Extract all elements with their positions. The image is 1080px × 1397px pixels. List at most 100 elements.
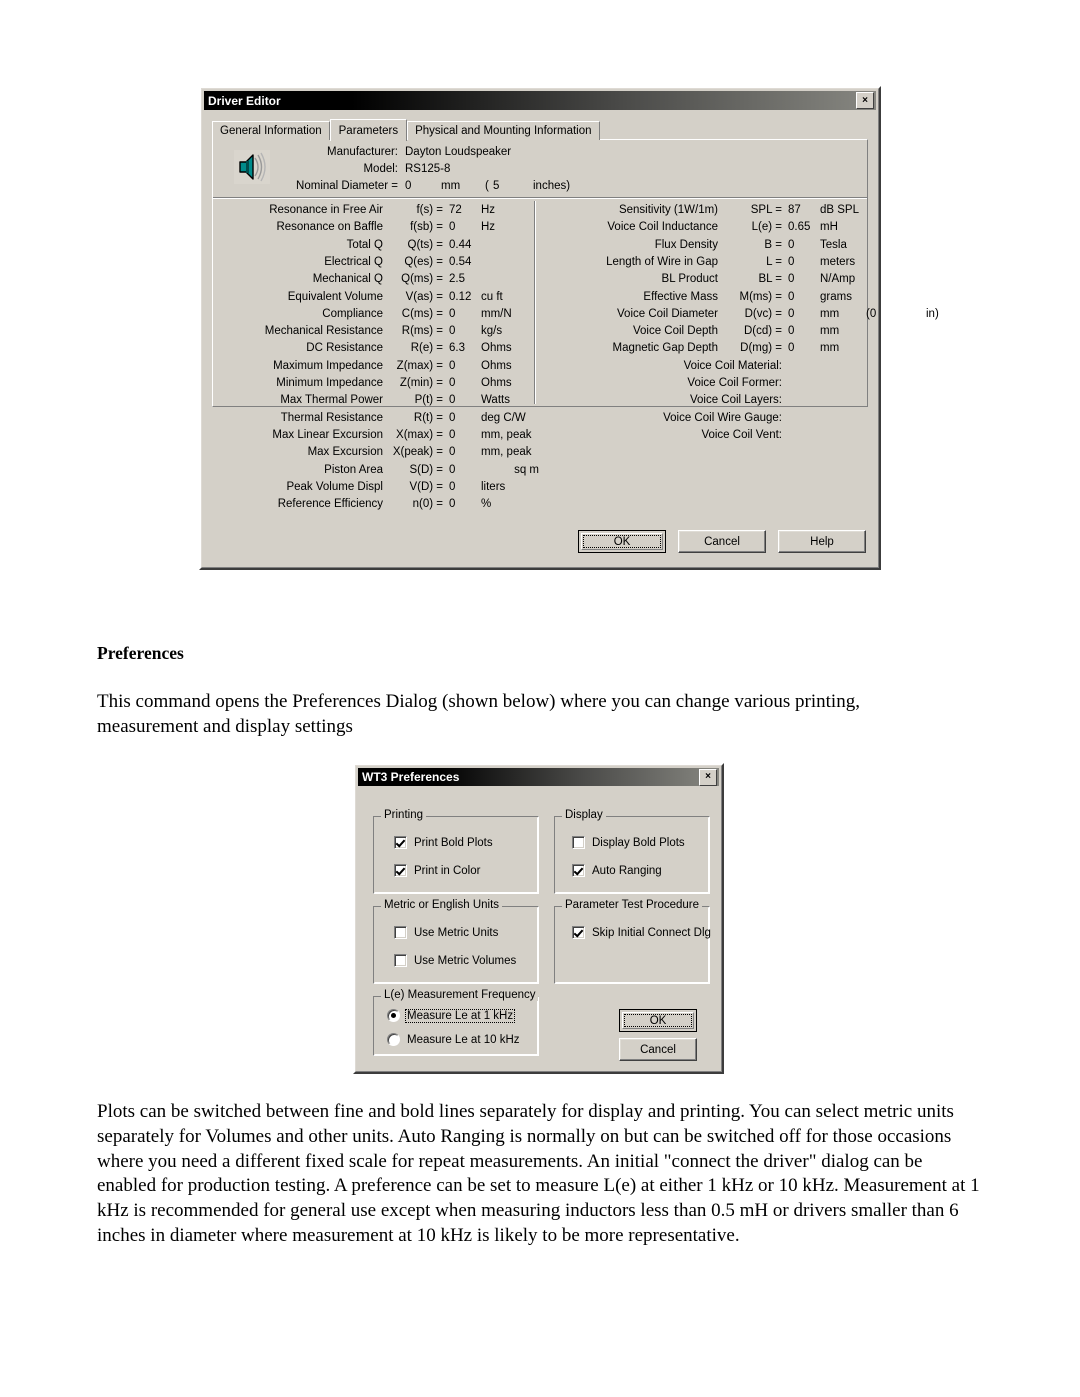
parameter-value[interactable]: 87 [788,202,801,219]
checkbox-icon[interactable] [394,836,407,849]
parameter-extra-value: (0 [866,307,877,320]
radio-measure-le-10khz[interactable]: Measure Le at 10 kHz [387,1033,520,1046]
parameter-value[interactable]: 0 [788,289,794,306]
parameter-symbol: R(t) = [413,411,443,424]
parameter-value[interactable]: 0.44 [449,237,471,254]
parameter-value[interactable]: 0 [788,271,794,288]
parameter-label: Voice Coil Vent: [701,428,782,441]
tab-physical-and-mounting-information[interactable]: Physical and Mounting Information [407,121,600,140]
close-icon[interactable]: × [856,92,874,109]
close-icon[interactable]: × [699,768,717,786]
checkbox-print-bold-plots[interactable]: Print Bold Plots [394,836,493,849]
parameter-symbol: C(ms) = [401,307,443,320]
parameter-value[interactable]: 0 [449,219,455,236]
tab-general-information[interactable]: General Information [212,121,330,140]
checkbox-label: Print Bold Plots [414,836,493,849]
driver-help-button[interactable]: Help [778,530,866,553]
parameter-value[interactable]: 0 [449,375,455,392]
page-heading: Preferences [97,643,184,663]
radio-measure-le-1khz[interactable]: Measure Le at 1 kHz [387,1008,516,1023]
parameter-symbol: R(e) = [410,342,443,355]
parameter-symbol: f(s) = [416,204,443,216]
parameter-symbol: D(vc) = [744,307,782,320]
checkbox-use-metric-volumes[interactable]: Use Metric Volumes [394,954,516,967]
parameter-extra-unit: in) [926,307,939,320]
parameter-symbol: Q(ts) = [407,238,443,251]
parameter-value[interactable]: 0 [449,323,455,340]
parameter-symbol: Q(ms) = [401,273,443,286]
parameter-value[interactable]: 0 [449,306,455,323]
preferences-cancel-button[interactable]: Cancel [619,1038,697,1061]
model-label: Model: [363,163,398,175]
parameter-unit: mm [820,342,840,355]
checkbox-icon[interactable] [394,864,407,877]
parameter-value[interactable]: 0.12 [449,289,471,306]
manufacturer-value: Dayton Loudspeaker [405,146,512,158]
parameter-value[interactable]: 0 [449,392,455,409]
parameter-label: Voice Coil Layers: [689,394,782,407]
driver-header-area: Manufacturer: Dayton Loudspeaker Model: … [213,140,867,198]
parameter-label: Electrical Q [324,255,383,268]
parameter-value[interactable]: 0 [449,444,455,461]
parameter-value[interactable]: 0 [788,323,794,340]
driver-editor-titlebar[interactable]: Driver Editor × [204,91,876,110]
parameter-value[interactable]: 0 [449,358,455,375]
checkbox-skip-initial-connect-dlg[interactable]: Skip Initial Connect Dlg [572,926,711,939]
driver-ok-button[interactable]: OK [578,530,666,553]
preferences-ok-button[interactable]: OK [619,1009,697,1032]
parameter-value[interactable]: 0 [449,427,455,444]
parameter-value[interactable]: 0.54 [449,254,471,271]
parameter-symbol: n(0) = [412,498,443,511]
checkbox-print-in-color[interactable]: Print in Color [394,864,480,877]
checkbox-label: Auto Ranging [592,864,662,877]
checkbox-icon[interactable] [394,926,407,939]
parameter-label: Voice Coil Former: [687,377,782,389]
parameter-value[interactable]: 2.5 [449,271,465,288]
parameter-label: Equivalent Volume [287,290,383,303]
parameter-label: Effective Mass [643,290,718,303]
radio-label: Measure Le at 10 kHz [407,1033,520,1046]
parameter-symbol: P(t) = [414,394,443,407]
parameter-value[interactable]: 0 [788,237,794,254]
parameter-symbol: M(ms) = [739,290,782,303]
parameter-label: Minimum Impedance [276,377,383,389]
driver-cancel-button[interactable]: Cancel [678,530,766,553]
parameter-unit: mm, peak [481,428,532,441]
parameter-label: Reference Efficiency [277,498,383,511]
checkbox-display-bold-plots[interactable]: Display Bold Plots [572,836,685,849]
parameter-label: Peak Volume Displ [286,480,383,493]
parameter-value[interactable]: 0 [449,479,455,496]
parameter-symbol: S(D) = [409,463,443,476]
checkbox-auto-ranging[interactable]: Auto Ranging [572,864,662,877]
parameter-value[interactable]: 0 [449,462,455,479]
checkbox-icon[interactable] [572,864,585,877]
parameter-value[interactable]: 0 [449,496,455,513]
radio-icon[interactable] [387,1009,400,1022]
checkbox-icon[interactable] [572,926,585,939]
parameter-unit: Watts [481,394,510,407]
driver-editor-title: Driver Editor [208,93,281,108]
radio-icon[interactable] [387,1033,400,1046]
driver-editor-tabstrip: General Information Parameters Physical … [212,119,600,141]
checkbox-icon[interactable] [572,836,585,849]
checkbox-icon[interactable] [394,954,407,967]
parameter-label: Max Linear Excursion [272,428,383,441]
parameter-value[interactable]: 72 [449,202,462,219]
parameter-value[interactable]: 0 [788,254,794,271]
parameter-unit: Tesla [820,238,847,251]
parameter-value[interactable]: 0 [788,306,794,323]
parameter-value[interactable]: 0 [788,340,794,357]
checkbox-label: Skip Initial Connect Dlg [592,926,711,939]
checkbox-use-metric-units[interactable]: Use Metric Units [394,926,498,939]
preferences-titlebar[interactable]: WT3 Preferences × [358,768,719,786]
parameter-unit: dB SPL [820,204,859,216]
nominal-diameter-alt-open: ( [485,180,489,192]
parameter-label: Total Q [346,238,383,251]
parameter-unit: kg/s [481,325,503,338]
parameter-value[interactable]: 0.65 [788,219,810,236]
units-group-label: Metric or English Units [381,899,503,911]
parameter-value[interactable]: 6.3 [449,340,465,357]
tab-parameters[interactable]: Parameters [329,119,408,141]
parameter-label: Length of Wire in Gap [606,255,718,268]
parameter-value[interactable]: 0 [449,410,455,427]
